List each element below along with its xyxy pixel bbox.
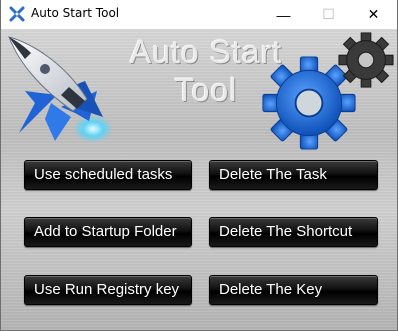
use-run-registry-key-button[interactable]: Use Run Registry key bbox=[24, 275, 192, 305]
app-icon bbox=[9, 6, 25, 22]
delete-task-button[interactable]: Delete The Task bbox=[209, 160, 378, 190]
title-bar[interactable]: Auto Start Tool — ☐ ✕ bbox=[1, 0, 397, 29]
maximize-icon: ☐ bbox=[322, 6, 335, 22]
use-scheduled-tasks-button[interactable]: Use scheduled tasks bbox=[24, 160, 192, 190]
main-panel: Auto Start Tool Use scheduled tasks Dele… bbox=[1, 29, 397, 330]
app-window: Auto Start Tool — ☐ ✕ Auto Start Tool Us… bbox=[0, 0, 398, 331]
minimize-button[interactable]: — bbox=[261, 0, 306, 29]
delete-key-button[interactable]: Delete The Key bbox=[209, 275, 378, 305]
window-title: Auto Start Tool bbox=[31, 6, 120, 20]
close-icon: ✕ bbox=[367, 6, 380, 22]
minimize-icon: — bbox=[276, 6, 291, 23]
gear-icon bbox=[338, 32, 394, 88]
delete-shortcut-button[interactable]: Delete The Shortcut bbox=[209, 217, 378, 247]
close-button[interactable]: ✕ bbox=[351, 0, 396, 29]
maximize-button[interactable]: ☐ bbox=[306, 0, 351, 29]
add-to-startup-folder-button[interactable]: Add to Startup Folder bbox=[24, 217, 192, 247]
